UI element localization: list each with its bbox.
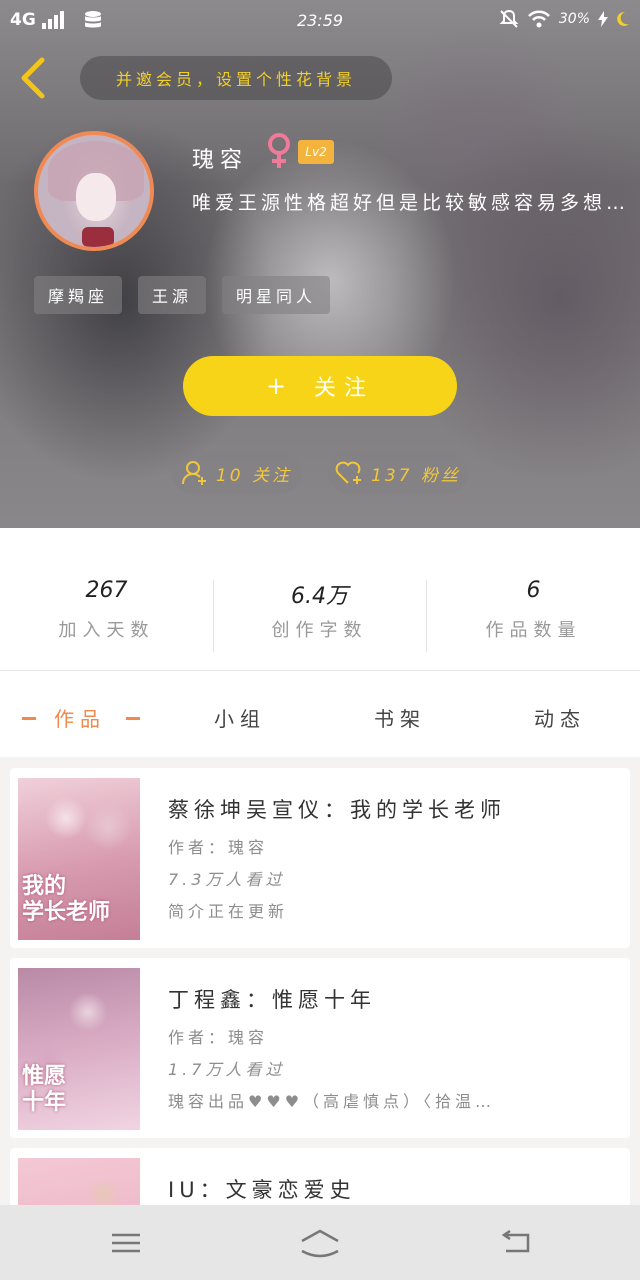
moon-icon — [617, 11, 629, 26]
tag-item[interactable]: 摩羯座 — [34, 276, 123, 314]
book-card[interactable]: 惟愿 十年 丁程鑫：惟愿十年 作者：瑰容 1.7万人看过 瑰容出品♥♥♥（高虐慎… — [10, 958, 630, 1138]
stat-works-count: 6 作品数量 — [427, 578, 640, 642]
level-badge: Lv2 — [298, 140, 334, 164]
mute-icon — [499, 9, 519, 28]
book-author: 作者：瑰容 — [168, 1028, 269, 1047]
plus-icon: + — [265, 372, 287, 400]
book-title: 蔡徐坤吴宣仪：我的学长老师 — [168, 798, 506, 822]
stat-days-joined: 267 加入天数 — [0, 578, 213, 642]
book-views: 7.3万人看过 — [168, 870, 286, 889]
tag-item[interactable]: 明星同人 — [222, 276, 331, 314]
stat-value: 267 — [85, 578, 128, 603]
stat-value: 6.4万 — [291, 584, 348, 609]
fans-button[interactable]: 137 粉丝 — [328, 452, 468, 494]
user-bio: 唯爱王源性格超好但是比较敏感容易多想… — [192, 192, 630, 214]
system-nav-bar — [0, 1205, 640, 1280]
follow-button[interactable]: + 关注 — [183, 356, 457, 416]
book-card[interactable]: 我的 学长老师 蔡徐坤吴宣仪：我的学长老师 作者：瑰容 7.3万人看过 简介正在… — [10, 768, 630, 948]
book-title: IU：文豪恋爱史 — [168, 1178, 356, 1202]
stat-label: 作品数量 — [485, 620, 582, 641]
tab-groups[interactable]: 小组 — [160, 703, 320, 732]
book-status: 瑰容出品♥♥♥（高虐慎点）〈拾温… — [168, 1092, 496, 1111]
book-title: 丁程鑫：惟愿十年 — [168, 988, 376, 1012]
stats-row: 267 加入天数 6.4万 创作字数 6 作品数量 — [0, 528, 640, 670]
heart-add-icon — [335, 461, 362, 484]
book-cover: 我的 学长老师 — [18, 778, 140, 940]
status-bar: 4G 23:59 30% — [0, 0, 640, 42]
fans-count: 137 粉丝 — [371, 465, 461, 486]
invite-vip-banner[interactable]: 并邀会员，设置个性花背景 — [80, 56, 392, 100]
following-button[interactable]: 10 关注 — [172, 452, 302, 494]
follow-label: 关注 — [314, 376, 375, 401]
cover-title: 惟愿 十年 — [22, 1064, 67, 1115]
back-icon[interactable] — [494, 1223, 538, 1263]
tab-bar: 作品 小组 书架 动态 — [0, 671, 640, 757]
female-icon — [268, 133, 290, 168]
tab-bookshelf[interactable]: 书架 — [320, 703, 480, 732]
following-count: 10 关注 — [215, 465, 293, 486]
avatar[interactable] — [34, 131, 154, 251]
username: 瑰容 — [192, 148, 249, 173]
book-status: 简介正在更新 — [168, 902, 289, 921]
wifi-icon — [527, 10, 550, 28]
tab-activity[interactable]: 动态 — [480, 703, 640, 732]
stat-value: 6 — [526, 578, 541, 603]
menu-icon[interactable] — [104, 1223, 148, 1263]
tab-works[interactable]: 作品 — [0, 703, 160, 732]
charging-icon — [598, 11, 608, 27]
book-views: 1.7万人看过 — [168, 1060, 286, 1079]
stat-word-count: 6.4万 创作字数 — [213, 578, 426, 642]
home-icon[interactable] — [298, 1223, 342, 1263]
tag-item[interactable]: 王源 — [138, 276, 207, 314]
battery-percent: 30% — [558, 11, 590, 27]
stat-label: 创作字数 — [271, 620, 368, 641]
stat-label: 加入天数 — [58, 620, 155, 641]
cover-title: 我的 学长老师 — [22, 874, 111, 925]
user-add-icon — [181, 461, 206, 485]
book-author: 作者：瑰容 — [168, 838, 269, 857]
profile-header: 4G 23:59 30% 并邀会员，设置个性花背景 瑰容 Lv2 唯爱王源性格超… — [0, 0, 640, 528]
tag-list: 摩羯座 王源 明星同人 — [34, 276, 331, 314]
book-cover: 惟愿 十年 — [18, 968, 140, 1130]
back-arrow-icon[interactable] — [14, 56, 54, 100]
